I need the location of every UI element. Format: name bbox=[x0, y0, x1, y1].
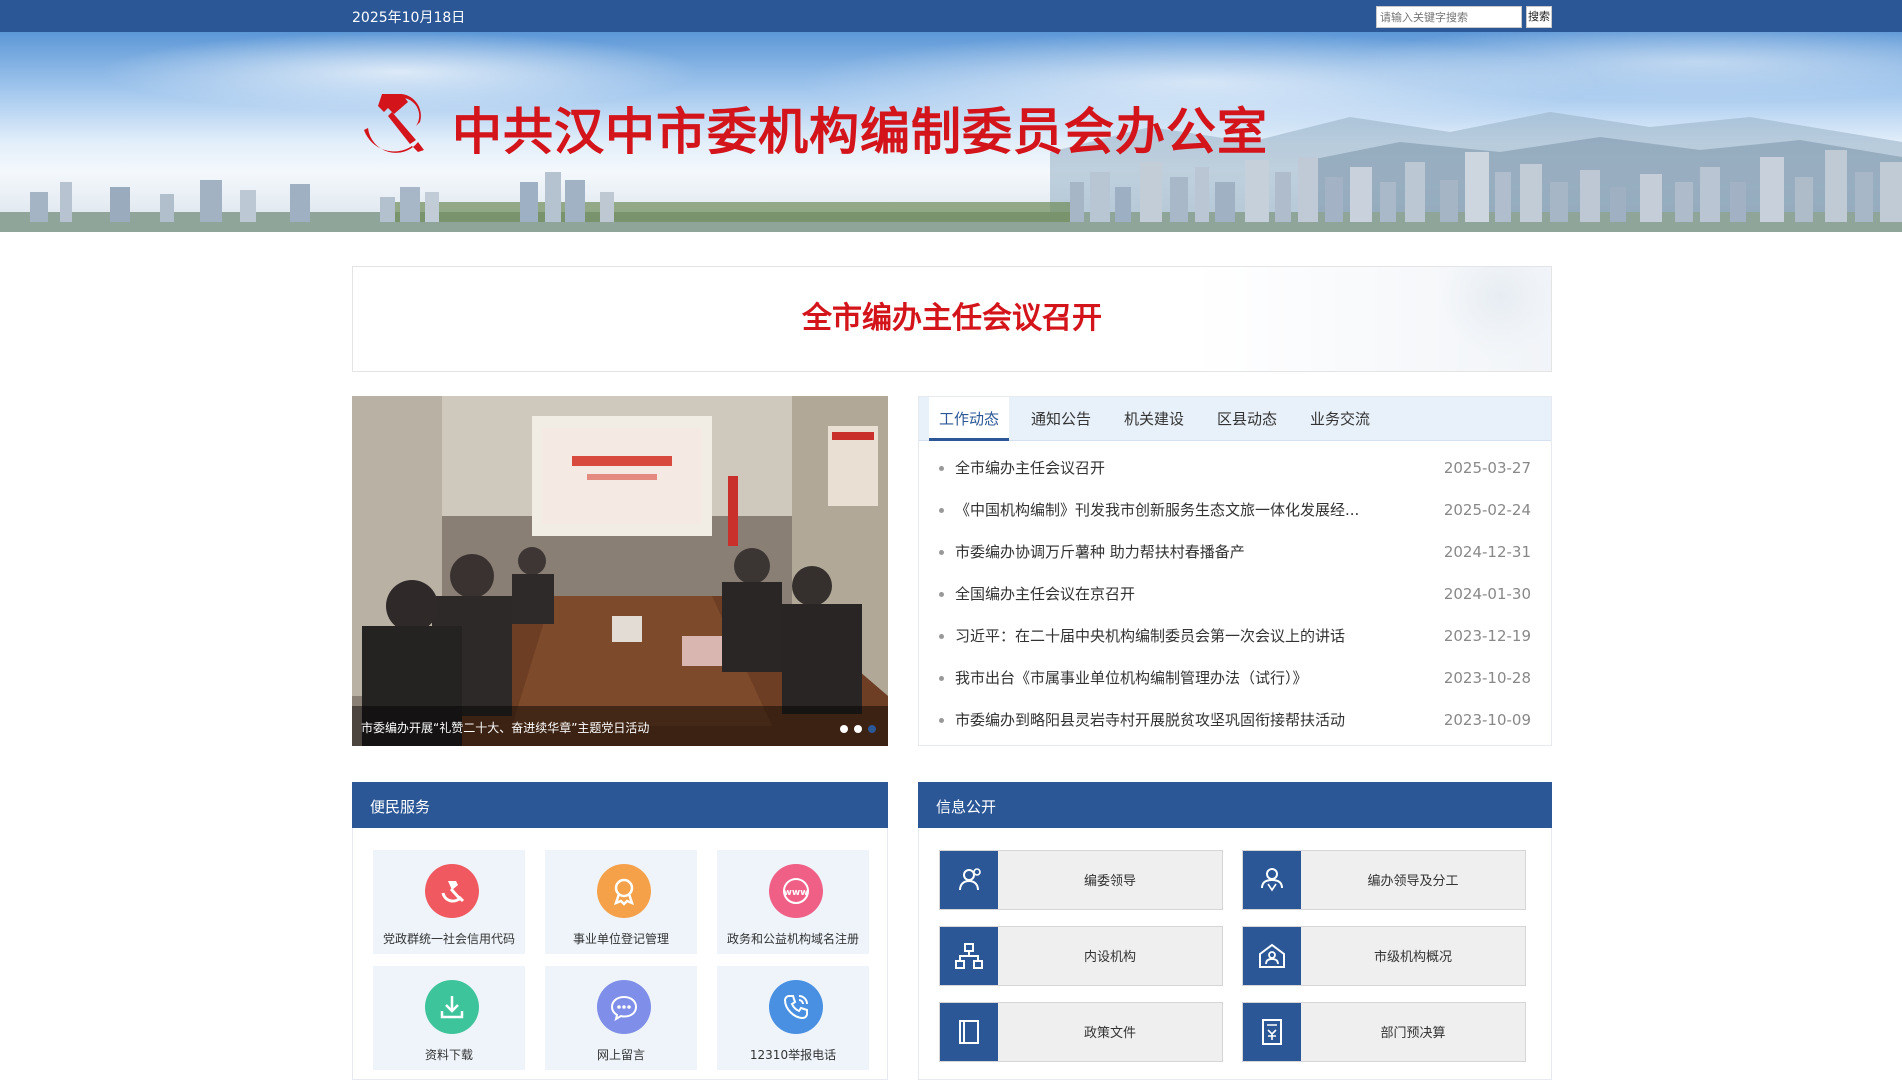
slide-caption[interactable]: 市委编办开展“礼赞二十大、奋进续华章”主题党日活动 bbox=[361, 719, 649, 736]
public-service-panel: 便民服务 党政群统一社会信用代码 事业单位登记管理 www 政务和公益机构域名注… bbox=[352, 782, 888, 1080]
www-globe-icon: www bbox=[769, 864, 823, 918]
panel-title: 便民服务 bbox=[370, 798, 431, 816]
news-item[interactable]: 全国编办主任会议在京召开 2024-01-30 bbox=[919, 573, 1551, 615]
info-label: 内设机构 bbox=[1083, 950, 1136, 965]
award-ribbon-icon bbox=[597, 864, 651, 918]
header-banner: 中共汉中市委机构编制委员会办公室 bbox=[0, 32, 1902, 232]
chat-bubble-icon bbox=[597, 980, 651, 1034]
search-input[interactable] bbox=[1376, 6, 1522, 28]
news-item[interactable]: 市委编办到略阳县灵岩寺村开展脱贫攻坚巩固衔接帮扶活动 2023-10-09 bbox=[919, 699, 1551, 741]
top-bar: 2025年10月18日 搜索 bbox=[0, 0, 1902, 32]
current-date: 2025年10月18日 bbox=[352, 10, 466, 26]
service-label: 政务和公益机构域名注册 bbox=[726, 932, 859, 946]
news-date: 2023-10-09 bbox=[1443, 711, 1531, 729]
service-label: 资料下载 bbox=[424, 1048, 473, 1062]
news-title[interactable]: 习近平：在二十届中央机构编制委员会第一次会议上的讲话 bbox=[955, 615, 1345, 657]
budget-icon bbox=[1243, 1003, 1301, 1061]
info-internal-institutions[interactable]: 内设机构 bbox=[939, 926, 1223, 986]
service-credit-code[interactable]: 党政群统一社会信用代码 bbox=[373, 850, 525, 954]
party-emblem-icon bbox=[364, 94, 424, 153]
news-item[interactable]: 《中国机构编制》刊发我市创新服务生态文旅一体化发展经... 2025-02-24 bbox=[919, 489, 1551, 531]
info-office-leaders-division[interactable]: 编办领导及分工 bbox=[1242, 850, 1526, 910]
info-label: 市级机构概况 bbox=[1373, 950, 1452, 965]
news-title[interactable]: 市委编办协调万斤薯种 助力帮扶村春播备产 bbox=[955, 531, 1245, 573]
service-domain-registration[interactable]: www 政务和公益机构域名注册 bbox=[717, 850, 869, 954]
bullet-icon bbox=[939, 592, 944, 597]
tab-work-updates[interactable]: 工作动态 bbox=[929, 397, 1010, 441]
news-item[interactable]: 我市出台《市属事业单位机构编制管理办法（试行）》 2023-10-28 bbox=[919, 657, 1551, 699]
photo-slideshow[interactable]: 市委编办开展“礼赞二十大、奋进续华章”主题党日活动 bbox=[352, 396, 888, 746]
news-title[interactable]: 我市出台《市属事业单位机构编制管理办法（试行）》 bbox=[955, 657, 1308, 699]
slide-caption-bar: 市委编办开展“礼赞二十大、奋进续华章”主题党日活动 bbox=[352, 706, 888, 746]
bullet-icon bbox=[939, 676, 944, 681]
info-label: 政策文件 bbox=[1083, 1026, 1136, 1041]
info-label: 编办领导及分工 bbox=[1367, 874, 1459, 889]
org-chart-icon bbox=[940, 927, 998, 985]
news-item[interactable]: 市委编办协调万斤薯种 助力帮扶村春播备产 2024-12-31 bbox=[919, 531, 1551, 573]
info-department-budget[interactable]: 部门预决算 bbox=[1242, 1002, 1526, 1062]
download-icon bbox=[425, 980, 479, 1034]
tab-business-exchange[interactable]: 业务交流 bbox=[1300, 397, 1380, 441]
slide-dot-2[interactable] bbox=[854, 725, 862, 733]
tab-county-news[interactable]: 区县动态 bbox=[1207, 397, 1287, 441]
news-date: 2025-03-27 bbox=[1443, 459, 1531, 477]
news-panel: 工作动态 通知公告 机关建设 区县动态 业务交流 全市编办主任会议召开 2025-… bbox=[918, 396, 1552, 746]
service-label: 网上留言 bbox=[596, 1048, 645, 1062]
tab-notices[interactable]: 通知公告 bbox=[1021, 397, 1101, 441]
service-label: 事业单位登记管理 bbox=[572, 932, 669, 946]
slide-dots bbox=[840, 725, 876, 733]
svg-text:www: www bbox=[784, 888, 809, 898]
document-icon bbox=[940, 1003, 998, 1061]
service-unit-registration[interactable]: 事业单位登记管理 bbox=[545, 850, 697, 954]
news-title[interactable]: 全市编办主任会议召开 bbox=[955, 447, 1105, 489]
news-list: 全市编办主任会议召开 2025-03-27 《中国机构编制》刊发我市创新服务生态文… bbox=[919, 447, 1551, 741]
building-icon bbox=[1243, 927, 1301, 985]
headline-title[interactable]: 全市编办主任会议召开 bbox=[353, 293, 1551, 337]
leader-division-icon bbox=[1243, 851, 1301, 909]
bullet-icon bbox=[939, 634, 944, 639]
news-title[interactable]: 《中国机构编制》刊发我市创新服务生态文旅一体化发展经... bbox=[955, 489, 1359, 531]
site-title: 中共汉中市委机构编制委员会办公室 bbox=[452, 103, 1268, 161]
tab-organ-building[interactable]: 机关建设 bbox=[1114, 397, 1194, 441]
news-title[interactable]: 市委编办到略阳县灵岩寺村开展脱贫攻坚巩固衔接帮扶活动 bbox=[955, 699, 1345, 741]
party-code-icon bbox=[425, 864, 479, 918]
bullet-icon bbox=[939, 466, 944, 471]
panel-header: 信息公开 bbox=[918, 782, 1552, 828]
service-label: 12310举报电话 bbox=[749, 1048, 837, 1062]
info-label: 编委领导 bbox=[1083, 874, 1136, 889]
info-label: 部门预决算 bbox=[1380, 1026, 1446, 1041]
news-tabs: 工作动态 通知公告 机关建设 区县动态 业务交流 bbox=[919, 397, 1551, 441]
news-date: 2023-10-28 bbox=[1443, 669, 1531, 687]
info-committee-leaders[interactable]: 编委领导 bbox=[939, 850, 1223, 910]
panel-title: 信息公开 bbox=[936, 798, 997, 816]
bullet-icon bbox=[939, 508, 944, 513]
info-city-institutions[interactable]: 市级机构概况 bbox=[1242, 926, 1526, 986]
bullet-icon bbox=[939, 550, 944, 555]
news-item[interactable]: 全市编办主任会议召开 2025-03-27 bbox=[919, 447, 1551, 489]
news-date: 2024-01-30 bbox=[1443, 585, 1531, 603]
meeting-photo bbox=[352, 396, 888, 746]
slide-dot-1[interactable] bbox=[840, 725, 848, 733]
panel-header: 便民服务 bbox=[352, 782, 888, 828]
service-label: 党政群统一社会信用代码 bbox=[382, 932, 515, 946]
leaders-icon bbox=[940, 851, 998, 909]
news-date: 2025-02-24 bbox=[1443, 501, 1531, 519]
headline-banner[interactable]: 全市编办主任会议召开 bbox=[352, 266, 1552, 372]
service-online-message[interactable]: 网上留言 bbox=[545, 966, 697, 1070]
service-report-hotline[interactable]: 12310举报电话 bbox=[717, 966, 869, 1070]
information-disclosure-panel: 信息公开 编委领导 编办领导及分工 内设机构 市级机构概况 政策文件 部门预决算 bbox=[918, 782, 1552, 1080]
phone-icon bbox=[769, 980, 823, 1034]
bullet-icon bbox=[939, 718, 944, 723]
search-button[interactable]: 搜索 bbox=[1526, 6, 1552, 28]
news-date: 2024-12-31 bbox=[1443, 543, 1531, 561]
news-item[interactable]: 习近平：在二十届中央机构编制委员会第一次会议上的讲话 2023-12-19 bbox=[919, 615, 1551, 657]
service-download[interactable]: 资料下载 bbox=[373, 966, 525, 1070]
news-date: 2023-12-19 bbox=[1443, 627, 1531, 645]
slide-dot-3[interactable] bbox=[868, 725, 876, 733]
info-policy-documents[interactable]: 政策文件 bbox=[939, 1002, 1223, 1062]
news-title[interactable]: 全国编办主任会议在京召开 bbox=[955, 573, 1135, 615]
